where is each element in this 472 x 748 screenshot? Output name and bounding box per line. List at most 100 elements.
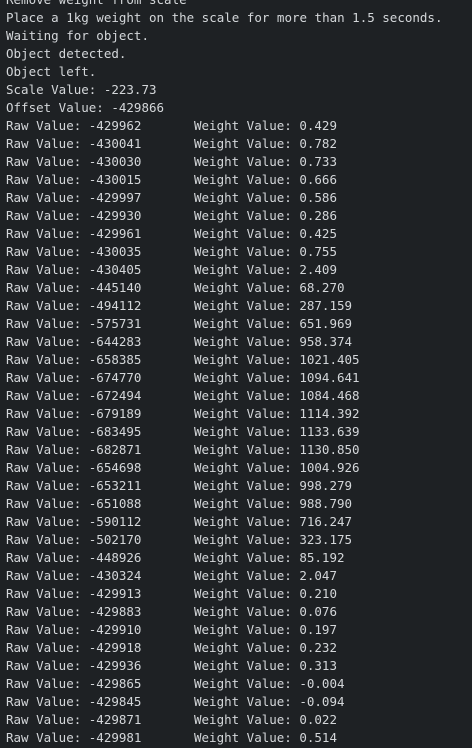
weight-value: Weight Value: 68.270 (194, 280, 345, 295)
raw-value: Raw Value: -672494 (6, 388, 142, 403)
status-left-line: Object left. (6, 64, 97, 79)
reading-row: Raw Value: -445140 Weight Value: 68.270 (6, 279, 472, 297)
weight-value: Weight Value: 0.022 (194, 712, 337, 727)
weight-value: Weight Value: 0.425 (194, 226, 337, 241)
raw-value: Raw Value: -429865 (6, 676, 142, 691)
reading-row: Raw Value: -430035 Weight Value: 0.755 (6, 243, 472, 261)
weight-value: Weight Value: 0.313 (194, 658, 337, 673)
raw-value: Raw Value: -644283 (6, 334, 142, 349)
raw-value: Raw Value: -429930 (6, 208, 142, 223)
weight-value: Weight Value: 1130.850 (194, 442, 360, 457)
raw-value: Raw Value: -430041 (6, 136, 142, 151)
reading-row: Raw Value: -429865 Weight Value: -0.004 (6, 675, 472, 693)
weight-value: Weight Value: 85.192 (194, 550, 345, 565)
weight-value: Weight Value: 323.175 (194, 532, 353, 547)
raw-value: Raw Value: -653211 (6, 478, 142, 493)
reading-row: Raw Value: -430324 Weight Value: 2.047 (6, 567, 472, 585)
raw-value: Raw Value: -448926 (6, 550, 142, 565)
reading-row: Raw Value: -429913 Weight Value: 0.210 (6, 585, 472, 603)
instruction-line: Place a 1kg weight on the scale for more… (6, 10, 443, 25)
raw-value: Raw Value: -429845 (6, 694, 142, 709)
reading-row: Raw Value: -430405 Weight Value: 2.409 (6, 261, 472, 279)
reading-row: Raw Value: -448926 Weight Value: 85.192 (6, 549, 472, 567)
reading-row: Raw Value: -683495 Weight Value: 1133.639 (6, 423, 472, 441)
terminal-line-cut: Remove weight from scale (6, 0, 472, 9)
weight-value: Weight Value: 0.514 (194, 730, 337, 745)
raw-value: Raw Value: -575731 (6, 316, 142, 331)
reading-row: Raw Value: -575731 Weight Value: 651.969 (6, 315, 472, 333)
reading-row: Raw Value: -644283 Weight Value: 958.374 (6, 333, 472, 351)
reading-row: Raw Value: -429910 Weight Value: 0.197 (6, 621, 472, 639)
terminal-output[interactable]: Remove weight from scale Place a 1kg wei… (0, 0, 472, 748)
weight-value: Weight Value: 0.210 (194, 586, 337, 601)
weight-value: Weight Value: 2.047 (194, 568, 337, 583)
status-detected-line: Object detected. (6, 46, 127, 61)
raw-value: Raw Value: -590112 (6, 514, 142, 529)
weight-value: Weight Value: 0.232 (194, 640, 337, 655)
raw-value: Raw Value: -445140 (6, 280, 142, 295)
raw-value: Raw Value: -502170 (6, 532, 142, 547)
raw-value: Raw Value: -429871 (6, 712, 142, 727)
raw-value: Raw Value: -429910 (6, 622, 142, 637)
weight-value: Weight Value: 0.782 (194, 136, 337, 151)
raw-value: Raw Value: -430015 (6, 172, 142, 187)
reading-row: Raw Value: -651088 Weight Value: 988.790 (6, 495, 472, 513)
weight-value: Weight Value: 0.429 (194, 118, 337, 133)
weight-value: Weight Value: 1114.392 (194, 406, 360, 421)
raw-value: Raw Value: -429883 (6, 604, 142, 619)
reading-row: Raw Value: -430030 Weight Value: 0.733 (6, 153, 472, 171)
reading-row: Raw Value: -658385 Weight Value: 1021.405 (6, 351, 472, 369)
weight-value: Weight Value: 287.159 (194, 298, 353, 313)
reading-row: Raw Value: -429981 Weight Value: 0.514 (6, 729, 472, 747)
reading-row: Raw Value: -653211 Weight Value: 998.279 (6, 477, 472, 495)
weight-value: Weight Value: 2.409 (194, 262, 337, 277)
reading-row: Raw Value: -654698 Weight Value: 1004.926 (6, 459, 472, 477)
raw-value: Raw Value: -430405 (6, 262, 142, 277)
weight-value: Weight Value: 0.197 (194, 622, 337, 637)
raw-value: Raw Value: -429961 (6, 226, 142, 241)
weight-value: Weight Value: 1021.405 (194, 352, 360, 367)
raw-value: Raw Value: -494112 (6, 298, 142, 313)
reading-row: Raw Value: -429997 Weight Value: 0.586 (6, 189, 472, 207)
weight-value: Weight Value: 0.733 (194, 154, 337, 169)
raw-value: Raw Value: -679189 (6, 406, 142, 421)
weight-value: Weight Value: 0.755 (194, 244, 337, 259)
weight-value: Weight Value: 998.279 (194, 478, 353, 493)
raw-value: Raw Value: -658385 (6, 352, 142, 367)
reading-row: Raw Value: -502170 Weight Value: 323.175 (6, 531, 472, 549)
reading-row: Raw Value: -429918 Weight Value: 0.232 (6, 639, 472, 657)
weight-value: Weight Value: 0.076 (194, 604, 337, 619)
raw-value: Raw Value: -674770 (6, 370, 142, 385)
weight-value: Weight Value: 958.374 (194, 334, 353, 349)
reading-row: Raw Value: -682871 Weight Value: 1130.850 (6, 441, 472, 459)
weight-value: Weight Value: 1094.641 (194, 370, 360, 385)
raw-value: Raw Value: -654698 (6, 460, 142, 475)
raw-value: Raw Value: -429997 (6, 190, 142, 205)
weight-value: Weight Value: 651.969 (194, 316, 353, 331)
raw-value: Raw Value: -429913 (6, 586, 142, 601)
reading-row: Raw Value: -590112 Weight Value: 716.247 (6, 513, 472, 531)
reading-row: Raw Value: -430041 Weight Value: 0.782 (6, 135, 472, 153)
weight-value: Weight Value: 0.586 (194, 190, 337, 205)
status-waiting-line: Waiting for object. (6, 28, 149, 43)
scale-value-line: Scale Value: -223.73 (6, 82, 157, 97)
reading-row: Raw Value: -429961 Weight Value: 0.425 (6, 225, 472, 243)
weight-value: Weight Value: -0.094 (194, 694, 345, 709)
weight-value: Weight Value: 1133.639 (194, 424, 360, 439)
raw-value: Raw Value: -430035 (6, 244, 142, 259)
reading-row: Raw Value: -429930 Weight Value: 0.286 (6, 207, 472, 225)
reading-row: Raw Value: -429962 Weight Value: 0.429 (6, 117, 472, 135)
reading-row: Raw Value: -429936 Weight Value: 0.313 (6, 657, 472, 675)
raw-value: Raw Value: -682871 (6, 442, 142, 457)
raw-value: Raw Value: -429936 (6, 658, 142, 673)
weight-value: Weight Value: -0.004 (194, 676, 345, 691)
reading-row: Raw Value: -674770 Weight Value: 1094.641 (6, 369, 472, 387)
reading-row: Raw Value: -672494 Weight Value: 1084.468 (6, 387, 472, 405)
raw-value: Raw Value: -430030 (6, 154, 142, 169)
reading-row: Raw Value: -429871 Weight Value: 0.022 (6, 711, 472, 729)
weight-value: Weight Value: 716.247 (194, 514, 353, 529)
weight-value: Weight Value: 0.286 (194, 208, 337, 223)
raw-value: Raw Value: -683495 (6, 424, 142, 439)
raw-value: Raw Value: -429918 (6, 640, 142, 655)
offset-value-line: Offset Value: -429866 (6, 100, 165, 115)
